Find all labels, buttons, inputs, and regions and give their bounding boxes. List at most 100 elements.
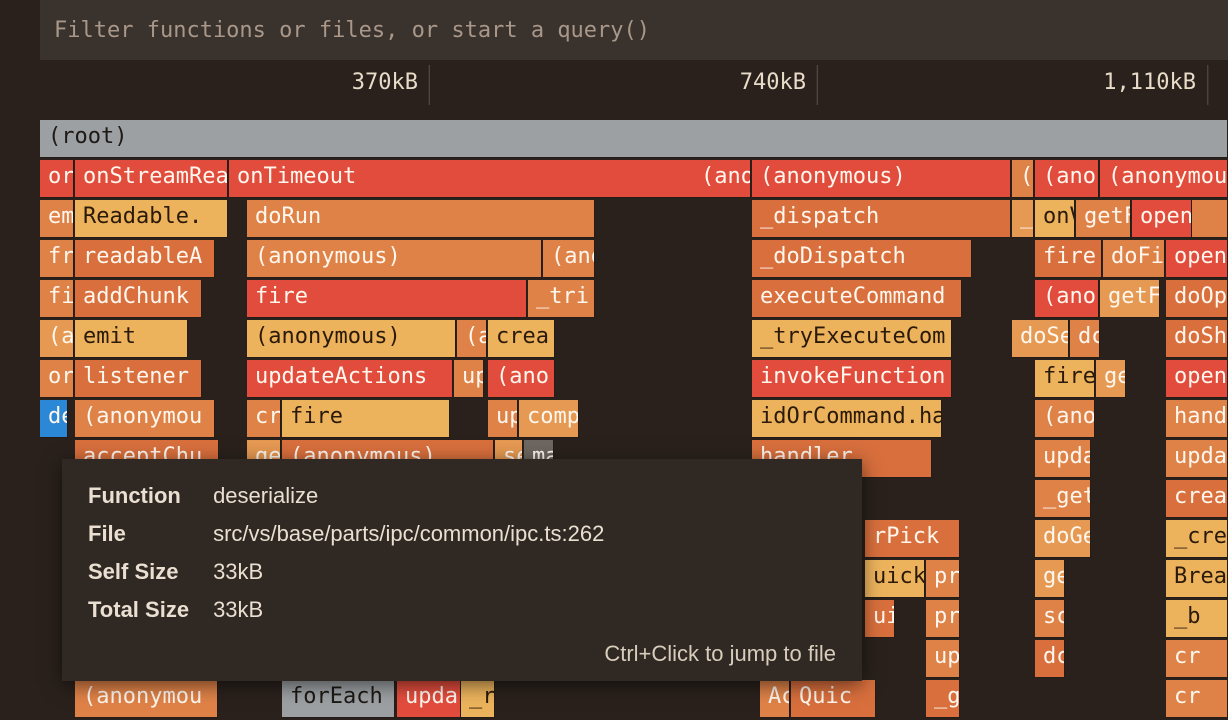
flame-cell[interactable]: invokeFunction	[752, 360, 952, 398]
flame-cell[interactable]: (a	[1012, 160, 1034, 198]
flame-cell[interactable]: _s	[1012, 200, 1034, 238]
tooltip-val-function: deserialize	[213, 477, 614, 515]
tooltip-key-file: File	[88, 515, 213, 553]
flame-cell[interactable]: doOp	[1166, 280, 1228, 318]
flame-cell[interactable]: up	[488, 400, 518, 438]
flame-cell[interactable]: (anonymous)	[247, 320, 456, 358]
flame-row: fiaddChunk fire_tri executeCommand (anogetF…	[40, 280, 1228, 318]
flame-cell[interactable]: de	[40, 400, 68, 438]
flame-cell[interactable]: _doDispatch	[752, 240, 972, 278]
flame-cell[interactable]: (anonymou	[75, 680, 218, 718]
flame-cell[interactable]: dc	[1070, 320, 1100, 358]
flame-cell[interactable]: upda	[397, 680, 461, 718]
flame-cell[interactable]: (ano	[693, 160, 751, 198]
flame-cell[interactable]: uick	[865, 560, 925, 598]
flame-cell[interactable]: Quic	[791, 680, 876, 718]
flame-cell[interactable]: dc	[1035, 640, 1065, 678]
flame-cell[interactable]: _get	[1035, 480, 1091, 518]
flame-row: (aemit(anonymous)(acrea_tryExecuteComdoS…	[40, 320, 1228, 358]
flame-cell[interactable]: (a	[457, 320, 487, 358]
flame-cell[interactable]: cr	[1166, 680, 1228, 718]
flame-cell[interactable]: crea	[488, 320, 555, 358]
flame-cell[interactable]: upda	[1166, 440, 1228, 478]
filter-input[interactable]	[40, 0, 1228, 60]
flame-cell[interactable]: (anonymous)	[752, 160, 1011, 198]
flame-cell[interactable]: fire	[1035, 240, 1102, 278]
flame-cell[interactable]: open	[1166, 360, 1228, 398]
flame-cell[interactable]: doRun	[247, 200, 595, 238]
flame-cell[interactable]: _g	[926, 680, 960, 718]
flame-cell[interactable]: ge	[1096, 360, 1126, 398]
flame-cell[interactable]: idOrCommand.ha	[752, 400, 942, 438]
flame-cell[interactable]: executeCommand	[752, 280, 962, 318]
flame-cell[interactable]: _r	[461, 680, 495, 718]
flame-cell[interactable]: sc	[1035, 600, 1065, 638]
flame-cell[interactable]: (root)	[40, 120, 1228, 158]
flame-cell[interactable]: em	[40, 200, 74, 238]
flame-cell[interactable]: doFi	[1103, 240, 1165, 278]
size-ruler: 370kB740kB1,110kB	[40, 70, 1228, 115]
flame-cell[interactable]: _cre	[1166, 520, 1228, 558]
flame-cell[interactable]: fire	[1035, 360, 1095, 398]
flame-cell[interactable]: (anonymou	[1100, 160, 1228, 198]
flame-cell[interactable]: Readable.	[75, 200, 228, 238]
flame-cell[interactable]: ui	[865, 600, 895, 638]
flame-cell[interactable]: _tryExecuteCom	[752, 320, 952, 358]
flame-cell[interactable]: up	[926, 640, 960, 678]
flame-cell[interactable]: (ano	[488, 360, 555, 398]
flame-cell[interactable]: listener	[75, 360, 202, 398]
flame-cell[interactable]: or	[40, 360, 74, 398]
flame-cell[interactable]: doSh	[1166, 320, 1228, 358]
flame-tooltip: Function deserialize File src/vs/base/pa…	[62, 459, 862, 681]
flame-cell[interactable]: open	[1132, 200, 1192, 238]
flame-cell[interactable]: getF	[1100, 280, 1160, 318]
flame-cell[interactable]: (a	[40, 320, 74, 358]
flame-cell[interactable]: addChunk	[75, 280, 202, 318]
flame-cell[interactable]: doGe	[1035, 520, 1091, 558]
flame-row: frreadableA (anonymous)(ano _doDispatch fir…	[40, 240, 1228, 278]
flame-cell[interactable]: fr	[40, 240, 74, 278]
flame-cell[interactable]: crea	[1166, 480, 1228, 518]
flame-cell[interactable]	[1192, 200, 1228, 238]
flame-cell[interactable]: (anonymou	[75, 400, 215, 438]
flame-cell[interactable]: cr	[1166, 640, 1228, 678]
flame-cell[interactable]: ge	[1035, 560, 1065, 598]
flame-cell[interactable]: forEach	[282, 680, 395, 718]
flame-cell[interactable]: (ano	[1035, 280, 1099, 318]
flame-cell[interactable]: _tri	[528, 280, 595, 318]
flame-cell[interactable]: onVa	[1035, 200, 1075, 238]
flame-cell[interactable]: hand	[1166, 400, 1228, 438]
flame-cell[interactable]: _b	[1166, 600, 1228, 638]
flame-cell[interactable]: emit	[75, 320, 188, 358]
flame-cell[interactable]: (ano	[543, 240, 595, 278]
flame-cell[interactable]: Brea	[1166, 560, 1228, 598]
flame-cell[interactable]: fire	[282, 400, 450, 438]
flame-cell[interactable]: rPick	[865, 520, 960, 558]
flame-cell[interactable]: Ac	[760, 680, 790, 718]
flame-cell[interactable]: (anonymous)	[247, 240, 542, 278]
flame-row: emReadable. doRun _dispatch_sonVagetFopen	[40, 200, 1228, 238]
flame-cell[interactable]: readableA	[75, 240, 215, 278]
flame-cell[interactable]: (ano	[1035, 400, 1095, 438]
flame-row: orlistener updateActionsup(ano invokeFunct…	[40, 360, 1228, 398]
flame-cell[interactable]: comp	[519, 400, 579, 438]
flame-cell[interactable]: updateActions	[247, 360, 453, 398]
flame-cell[interactable]: onTimeout	[229, 160, 751, 198]
ruler-tick: 370kB	[352, 70, 430, 95]
flame-cell[interactable]: onStreamRea	[75, 160, 228, 198]
flame-cell[interactable]: up	[454, 360, 484, 398]
tooltip-val-file: src/vs/base/parts/ipc/common/ipc.ts:262	[213, 515, 614, 553]
flame-cell[interactable]: open	[1166, 240, 1228, 278]
flame-cell[interactable]: fire	[247, 280, 527, 318]
flame-cell[interactable]: doSe	[1012, 320, 1069, 358]
flame-cell[interactable]: or	[40, 160, 74, 198]
flame-cell[interactable]: fi	[40, 280, 74, 318]
flame-cell[interactable]: (ano	[1035, 160, 1099, 198]
flame-cell[interactable]: pr	[926, 600, 960, 638]
flame-cell[interactable]: cr	[247, 400, 281, 438]
flame-cell[interactable]: upda	[1035, 440, 1091, 478]
ruler-tick: 740kB	[740, 70, 818, 95]
flame-cell[interactable]: getF	[1076, 200, 1131, 238]
flame-cell[interactable]: _dispatch	[752, 200, 1011, 238]
flame-cell[interactable]: pr	[926, 560, 960, 598]
